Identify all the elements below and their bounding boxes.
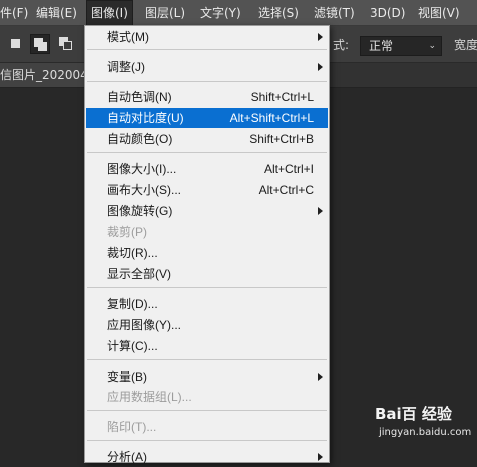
- menu-item-crop[interactable]: 裁剪(P): [86, 222, 328, 242]
- menu-item-label: 模式(M): [107, 30, 149, 44]
- submenu-arrow-icon: [318, 207, 323, 215]
- menu-item-duplicate[interactable]: 复制(D)...: [86, 294, 328, 314]
- menu-item-shortcut: Shift+Ctrl+L: [250, 90, 314, 104]
- menu-item-shortcut: Alt+Shift+Ctrl+L: [229, 111, 314, 125]
- menu-3d[interactable]: 3D(D): [370, 0, 405, 26]
- menu-item-image-size[interactable]: 图像大小(I)... Alt+Ctrl+I: [86, 159, 328, 179]
- menu-item-label: 应用图像(Y)...: [107, 318, 181, 332]
- menu-separator: [87, 49, 327, 50]
- menu-item-reveal-all[interactable]: 显示全部(V): [86, 264, 328, 284]
- menu-item-canvas-size[interactable]: 画布大小(S)... Alt+Ctrl+C: [86, 180, 328, 200]
- style-label: 式:: [333, 38, 350, 52]
- menu-item-label: 图像大小(I)...: [107, 162, 177, 176]
- add-to-selection-button[interactable]: [30, 34, 50, 54]
- menu-item-variables[interactable]: 变量(B): [86, 367, 328, 387]
- menu-item-label: 裁切(R)...: [107, 246, 158, 260]
- menu-item-label: 自动颜色(O): [107, 132, 173, 146]
- menu-separator: [87, 410, 327, 411]
- chevron-down-icon: ⌄: [428, 41, 436, 51]
- menu-item-shortcut: Alt+Ctrl+C: [258, 183, 314, 197]
- menu-item-trap[interactable]: 陷印(T)...: [86, 417, 328, 437]
- menu-view[interactable]: 视图(V): [418, 0, 460, 26]
- menu-item-shortcut: Shift+Ctrl+B: [249, 132, 314, 146]
- menu-item-label: 应用数据组(L)...: [107, 390, 192, 404]
- square-icon: [11, 39, 20, 48]
- menu-item-trim[interactable]: 裁切(R)...: [86, 243, 328, 263]
- menu-item-adjustments[interactable]: 调整(J): [86, 57, 328, 77]
- menu-item-shortcut: Alt+Ctrl+I: [263, 162, 314, 176]
- submenu-arrow-icon: [318, 63, 323, 71]
- submenu-arrow-icon: [318, 453, 323, 461]
- menu-file[interactable]: 件(F): [0, 0, 28, 26]
- baidu-jingyan-watermark: Bai百 经验 jingyan.baidu.com: [375, 403, 475, 461]
- menu-layer[interactable]: 图层(L): [145, 0, 185, 26]
- menu-item-label: 画布大小(S)...: [107, 183, 181, 197]
- width-label: 宽度: [454, 38, 477, 52]
- image-menu-dropdown: 模式(M) 调整(J) 自动色调(N) Shift+Ctrl+L 自动对比度(U…: [84, 25, 330, 464]
- menu-item-auto-color[interactable]: 自动颜色(O) Shift+Ctrl+B: [86, 129, 328, 149]
- menu-item-image-rotation[interactable]: 图像旋转(G): [86, 201, 328, 221]
- menu-item-label: 自动对比度(U): [107, 111, 184, 125]
- menu-filter[interactable]: 滤镜(T): [314, 0, 355, 26]
- menu-bar: 件(F) 编辑(E) 图像(I) 图层(L) 文字(Y) 选择(S) 滤镜(T)…: [0, 0, 477, 26]
- menu-item-label: 分析(A): [107, 450, 147, 464]
- menu-item-calculations[interactable]: 计算(C)...: [86, 336, 328, 356]
- menu-item-label: 裁剪(P): [107, 225, 147, 239]
- menu-item-analysis[interactable]: 分析(A): [86, 447, 328, 467]
- menu-item-label: 复制(D)...: [107, 297, 158, 311]
- menu-edit[interactable]: 编辑(E): [36, 0, 77, 26]
- subtract-selection-button[interactable]: [56, 34, 76, 54]
- menu-separator: [87, 81, 327, 82]
- menu-item-label: 调整(J): [107, 60, 145, 74]
- square-outline-icon: [63, 41, 72, 50]
- menu-separator: [87, 287, 327, 288]
- menu-item-label: 变量(B): [107, 370, 147, 384]
- menu-select[interactable]: 选择(S): [258, 0, 299, 26]
- document-tab[interactable]: 信图片_202004: [0, 63, 86, 87]
- menu-separator: [87, 440, 327, 441]
- menu-item-mode[interactable]: 模式(M): [86, 27, 328, 47]
- menu-item-label: 计算(C)...: [107, 339, 158, 353]
- submenu-arrow-icon: [318, 33, 323, 41]
- menu-separator: [87, 359, 327, 360]
- style-select-value: 正常: [369, 39, 394, 53]
- style-select[interactable]: 正常 ⌄: [360, 36, 442, 56]
- menu-type[interactable]: 文字(Y): [200, 0, 241, 26]
- menu-item-label: 图像旋转(G): [107, 204, 173, 218]
- menu-item-label: 显示全部(V): [107, 267, 171, 281]
- menu-separator: [87, 152, 327, 153]
- menu-item-auto-tone[interactable]: 自动色调(N) Shift+Ctrl+L: [86, 87, 328, 107]
- menu-item-label: 陷印(T)...: [107, 420, 157, 434]
- menu-item-apply-data-set[interactable]: 应用数据组(L)...: [86, 387, 328, 407]
- watermark-url: jingyan.baidu.com: [379, 427, 472, 438]
- menu-item-auto-contrast[interactable]: 自动对比度(U) Alt+Shift+Ctrl+L: [86, 108, 328, 128]
- submenu-arrow-icon: [318, 373, 323, 381]
- menu-item-apply-image[interactable]: 应用图像(Y)...: [86, 315, 328, 335]
- menu-image[interactable]: 图像(I): [86, 0, 133, 26]
- menu-item-label: 自动色调(N): [107, 90, 172, 104]
- watermark-logo: Bai百 经验: [375, 405, 452, 423]
- new-selection-button[interactable]: [6, 34, 26, 54]
- square-icon: [38, 42, 47, 51]
